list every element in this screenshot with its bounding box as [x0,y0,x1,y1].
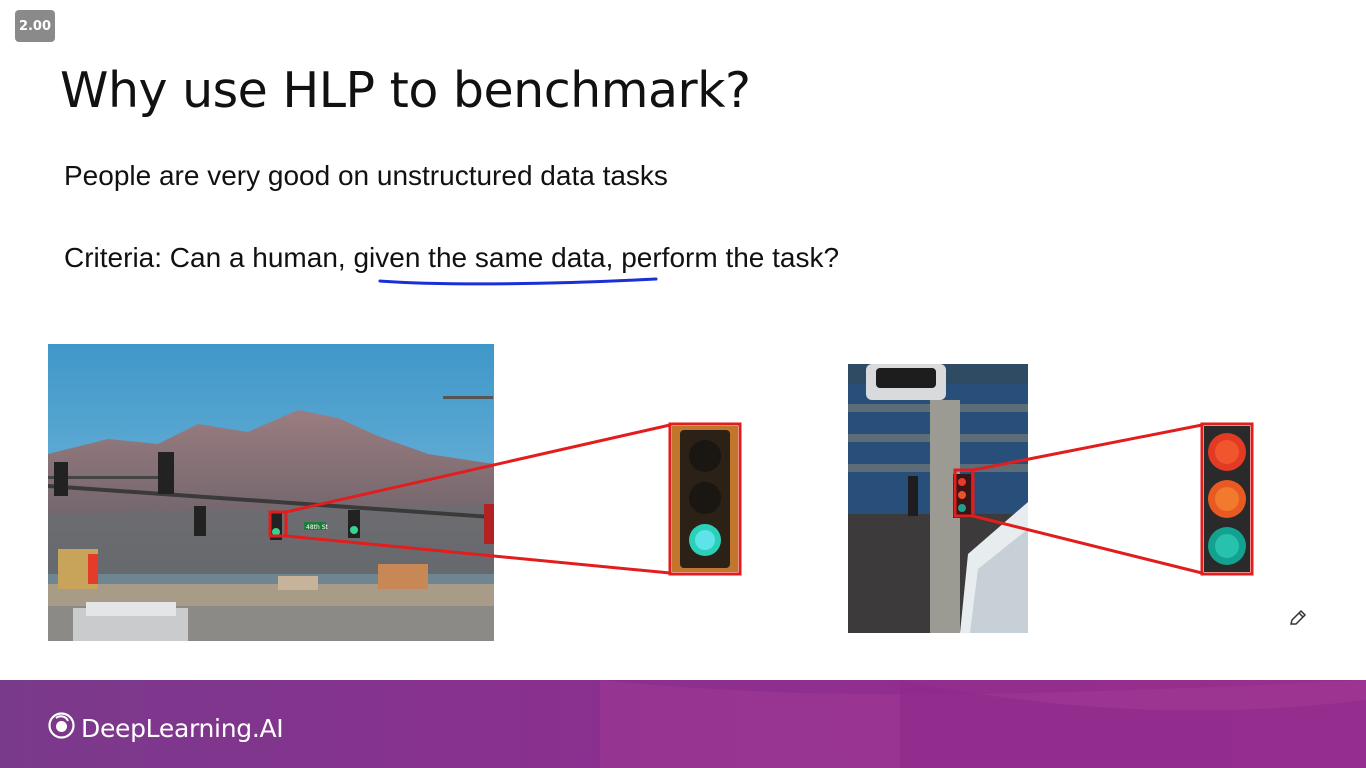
bullet-unstructured-data: People are very good on unstructured dat… [64,160,668,191]
criteria-suffix: perform the task? [613,242,840,273]
brand-logo: DeepLearning.AI [48,712,284,744]
brand-name: DeepLearning.AI [81,713,284,743]
bullet-criteria: Criteria: Can a human, given the same da… [64,242,839,274]
deeplearning-logo-icon [48,712,75,744]
traffic-light-green-mountain-scene: 48th St [48,344,494,641]
criteria-prefix: Criteria: Can a human, [64,242,354,273]
slide-title: Why use HLP to benchmark? [60,62,751,119]
traffic-light-red-city-scene [848,364,1028,633]
street-sign-text: 48th St [306,524,329,531]
criteria-underlined-phrase: given the same data, [353,242,614,273]
zoomed-traffic-light-green [672,426,738,572]
zoomed-traffic-light-red [1204,426,1250,572]
pencil-icon[interactable] [1288,608,1308,633]
playback-speed-badge[interactable]: 2.00 [15,10,55,42]
